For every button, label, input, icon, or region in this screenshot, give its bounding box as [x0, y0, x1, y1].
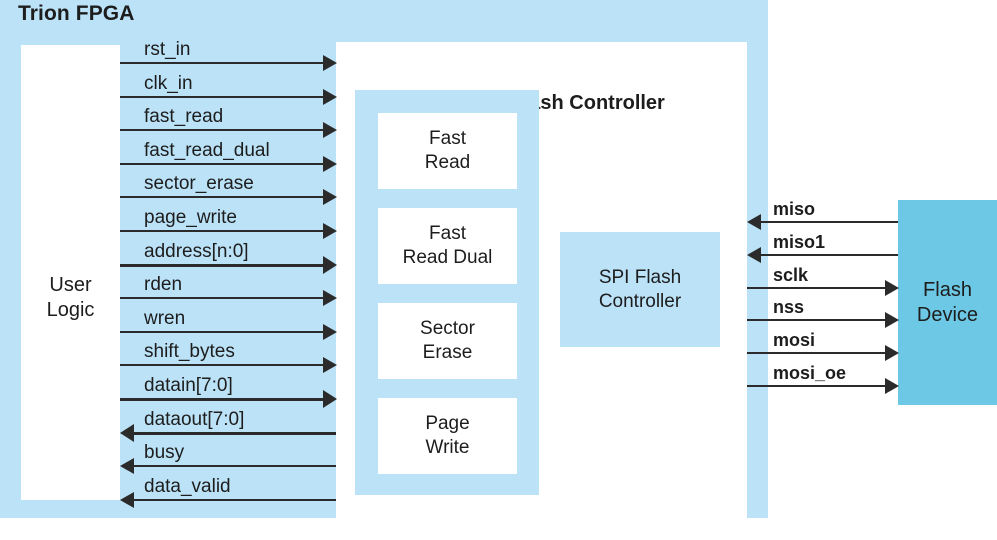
signal-line-fast_read	[120, 129, 323, 131]
flash-device-line2: Device	[916, 303, 979, 326]
fast-read-dual-line2: Read Dual	[402, 247, 493, 268]
fast-read-line1: Fast	[429, 128, 466, 149]
spi-flash-controller-block: SPI Flash Controller	[560, 232, 720, 347]
asmi-spi-flash-controller-block: ASMI SPI Flash Controller Fast Read Fast…	[336, 42, 747, 518]
signal-arrow-datain70	[323, 390, 337, 408]
sector-erase-line2: Erase	[422, 342, 473, 363]
signal-arrow-rden	[323, 290, 337, 306]
signal-arrow-rst_in	[323, 55, 337, 71]
user-logic-label: User Logic	[21, 273, 120, 323]
function-block-fast-read-dual: Fast Read Dual	[378, 208, 517, 284]
user-logic-block: User Logic	[21, 45, 120, 500]
user-logic-label-line1: User	[49, 274, 92, 296]
signal-line-dataout70	[133, 431, 336, 435]
signal-label-miso1: miso1	[773, 232, 826, 252]
function-block-column: Fast Read Fast Read Dual Sector Erase Pa…	[355, 90, 539, 495]
fast-read-dual-line1: Fast	[429, 223, 466, 244]
signal-line-sector_erase	[120, 196, 323, 198]
signal-line-addressn0	[120, 263, 323, 267]
signal-line-wren	[120, 331, 323, 333]
signal-label-sector_erase: sector_erase	[144, 173, 254, 194]
signal-label-page_write: page_write	[144, 207, 237, 228]
sector-erase-line1: Sector	[420, 318, 475, 339]
signal-label-mosi: mosi	[773, 330, 816, 350]
flash-device-block: Flash Device	[898, 200, 997, 405]
signal-arrow-clk_in	[323, 89, 337, 105]
signal-arrow-mosi	[885, 345, 899, 361]
signal-line-miso1	[760, 254, 898, 256]
spi-flash-controller-line1: SPI Flash	[598, 266, 682, 288]
function-block-sector-erase: Sector Erase	[378, 303, 517, 379]
signal-line-datain70	[120, 397, 323, 401]
signal-label-rden: rden	[144, 274, 183, 295]
signal-line-busy	[133, 465, 336, 467]
signal-line-clk_in	[120, 96, 323, 98]
signal-label-fast_read: fast_read	[144, 106, 224, 127]
page-write-line1: Page	[425, 413, 470, 434]
signal-arrow-sector_erase	[323, 189, 337, 205]
fast-read-line2: Read	[424, 152, 471, 173]
signal-label-wren: wren	[144, 308, 186, 329]
user-logic-label-line2: Logic	[46, 299, 95, 321]
signal-label-rst_in: rst_in	[144, 39, 191, 60]
page-write-line2: Write	[425, 437, 470, 458]
signal-arrow-shift_bytes	[323, 357, 337, 373]
signal-arrow-addressn0	[323, 256, 337, 274]
signal-arrow-page_write	[323, 223, 337, 239]
signal-label-nss: nss	[773, 297, 805, 317]
signal-label-miso: miso	[773, 199, 816, 219]
signal-arrow-nss	[885, 312, 899, 328]
signal-line-data_valid	[133, 499, 336, 501]
signal-label-dataout70: dataout[7:0]	[144, 409, 245, 430]
signal-line-fast_read_dual	[120, 163, 323, 165]
signal-label-data_valid: data_valid	[144, 476, 231, 497]
signal-label-mosi_oe: mosi_oe	[773, 363, 847, 383]
signal-line-page_write	[120, 230, 323, 232]
signal-arrow-dataout70	[120, 424, 134, 442]
spi-flash-controller-line2: Controller	[598, 290, 682, 312]
signal-label-datain70: datain[7:0]	[144, 375, 233, 396]
signal-arrow-mosi_oe	[885, 378, 899, 394]
signal-arrow-sclk	[885, 280, 899, 296]
signal-line-mosi	[747, 352, 885, 354]
signal-line-rden	[120, 297, 323, 299]
signal-arrow-miso	[747, 214, 761, 230]
signal-arrow-busy	[120, 458, 134, 474]
signal-label-clk_in: clk_in	[144, 73, 193, 94]
signal-line-sclk	[747, 287, 885, 289]
diagram-canvas: Trion FPGA User Logic ASMI SPI Flash Con…	[0, 0, 997, 540]
signal-line-rst_in	[120, 62, 323, 64]
signal-line-miso	[760, 221, 898, 223]
signal-label-addressn0: address[n:0]	[144, 241, 249, 262]
flash-device-line1: Flash	[923, 278, 972, 301]
signal-line-nss	[747, 319, 885, 321]
signal-line-mosi_oe	[747, 385, 885, 387]
signal-arrow-fast_read	[323, 122, 337, 138]
signal-arrow-wren	[323, 324, 337, 340]
signal-arrow-fast_read_dual	[323, 156, 337, 172]
signal-arrow-miso1	[747, 247, 761, 263]
signal-label-sclk: sclk	[773, 265, 809, 285]
signal-label-shift_bytes: shift_bytes	[144, 341, 235, 362]
signal-arrow-data_valid	[120, 492, 134, 508]
function-block-fast-read: Fast Read	[378, 113, 517, 189]
signal-label-fast_read_dual: fast_read_dual	[144, 140, 270, 161]
signal-line-shift_bytes	[120, 364, 323, 366]
function-block-page-write: Page Write	[378, 398, 517, 474]
signal-label-busy: busy	[144, 442, 185, 463]
fpga-title: Trion FPGA	[18, 2, 135, 25]
